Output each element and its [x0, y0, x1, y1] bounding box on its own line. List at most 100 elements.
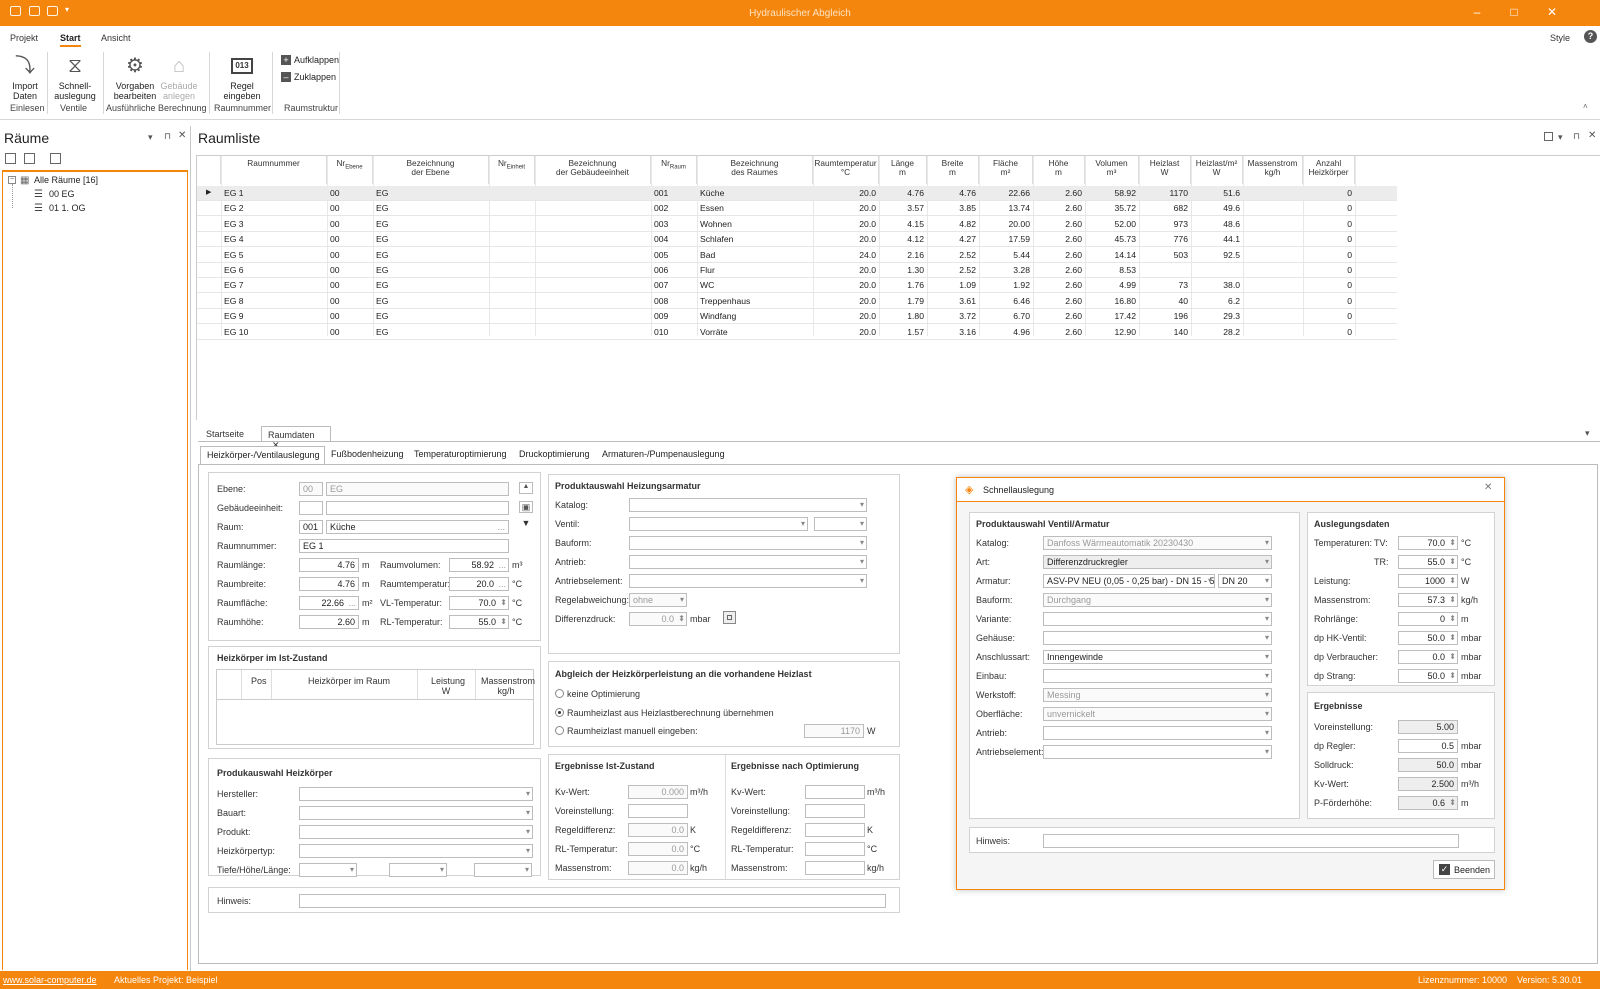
ebene-field[interactable]: EG	[326, 482, 509, 496]
column-header[interactable]: Raumtemperatur °C	[813, 156, 879, 184]
raum-nr-field[interactable]: 001	[299, 520, 323, 534]
gebaeude-anlegen-button[interactable]: ⌂ Gebäude anlegen	[158, 54, 200, 101]
pin-icon[interactable]: ⊓	[164, 131, 171, 142]
column-header[interactable]: Breite m	[927, 156, 979, 184]
column-header[interactable]: NrRaum	[651, 156, 697, 184]
column-header[interactable]: NrEbene	[327, 156, 373, 184]
maximize-icon[interactable]: □	[1504, 5, 1524, 19]
ventil-dn-select[interactable]	[814, 517, 867, 531]
arrow-down-icon[interactable]: ▼	[519, 518, 533, 530]
table-row[interactable]: EG 9 00 EG 009 Windfang 20.0 1.80 3.72 6.70 2.60 1…	[197, 309, 1397, 325]
tree-item-01-og[interactable]: 01 1. OG	[49, 203, 86, 213]
armatur-bauform-select[interactable]	[629, 536, 867, 550]
dialog-gehaeuse-select[interactable]	[1043, 631, 1272, 645]
menu-start[interactable]: Start	[60, 33, 81, 47]
ventil-select[interactable]	[629, 517, 808, 531]
beenden-button[interactable]: ✓ Beenden	[1433, 860, 1495, 879]
column-header[interactable]: Heizlast/m² W	[1191, 156, 1243, 184]
column-header[interactable]: Fläche m²	[979, 156, 1033, 184]
regel-eingeben-button[interactable]: 013 Regel eingeben	[220, 54, 264, 101]
column-header[interactable]: Massenstrom kg/h	[1243, 156, 1303, 184]
column-header[interactable]: Bezeichnung des Raumes	[697, 156, 813, 184]
raumtemperatur-field[interactable]: 20.0...	[449, 577, 509, 591]
vl-temperatur-field[interactable]: 70.0	[449, 596, 509, 610]
dialog-variante-select[interactable]	[1043, 612, 1272, 626]
style-menu[interactable]: Style	[1550, 33, 1570, 43]
armatur-antriebselement-select[interactable]	[629, 574, 867, 588]
heizkoerpertyp-select[interactable]	[299, 844, 533, 858]
radio-heizlast-manuell[interactable]	[555, 726, 564, 735]
pane-dropdown-icon[interactable]: ▾	[148, 132, 153, 143]
rl-temperatur-field[interactable]: 55.0	[449, 615, 509, 629]
raumliste-close-icon[interactable]: ✕	[1588, 130, 1596, 141]
column-header[interactable]: Heizlast W	[1139, 156, 1191, 184]
dialog-hinweis-field[interactable]	[1043, 834, 1459, 848]
vorgaben-bearbeiten-button[interactable]: ⚙ Vorgaben bearbeiten	[110, 54, 160, 101]
bauart-select[interactable]	[299, 806, 533, 820]
subtab-druckoptimierung[interactable]: Druckoptimierung	[519, 449, 590, 459]
dialog-bauform-select[interactable]: Durchgang	[1043, 593, 1272, 607]
copy-icon[interactable]	[24, 153, 35, 164]
dialog-antriebselement-select[interactable]	[1043, 745, 1272, 759]
table-row[interactable]: EG 3 00 EG 003 Wohnen 20.0 4.15 4.82 20.00 2.60 52…	[197, 217, 1397, 232]
nav-icon[interactable]: ▣	[519, 501, 533, 513]
tab-startseite[interactable]: Startseite	[200, 426, 260, 442]
new-icon[interactable]	[5, 153, 16, 164]
hersteller-select[interactable]	[299, 787, 533, 801]
ribbon-collapse-icon[interactable]: ˄	[1583, 102, 1588, 111]
dialog-oberflaeche-select[interactable]: unvernickelt	[1043, 707, 1272, 721]
website-link[interactable]: www.solar-computer.de	[3, 975, 97, 985]
leistung-field[interactable]: 1000	[1398, 574, 1458, 588]
armatur-katalog-select[interactable]	[629, 498, 867, 512]
pin-icon[interactable]: ⊓	[1573, 131, 1580, 142]
laenge-select[interactable]	[474, 863, 532, 877]
calendar-icon[interactable]	[50, 153, 61, 164]
raumflaeche-field[interactable]: 22.66...	[299, 596, 359, 610]
radio-keine-optimierung[interactable]	[555, 689, 564, 698]
gebaeude-field[interactable]	[326, 501, 509, 515]
massenstrom-field[interactable]: 57.3	[1398, 593, 1458, 607]
dialog-dn-select[interactable]: DN 20	[1218, 574, 1272, 588]
dialog-close-icon[interactable]: ✕	[1484, 482, 1492, 493]
dialog-anschlussart-select[interactable]: Innengewinde	[1043, 650, 1272, 664]
ebene-nr-field[interactable]: 00	[299, 482, 323, 496]
float-icon[interactable]	[1544, 132, 1553, 141]
hinweis-field[interactable]	[299, 894, 886, 908]
raumlaenge-field[interactable]: 4.76	[299, 558, 359, 572]
tr-field[interactable]: 55.0	[1398, 555, 1458, 569]
zuklappen-button[interactable]: – Zuklappen	[281, 72, 336, 82]
column-header[interactable]: Bezeichnung der Ebene	[373, 156, 489, 184]
subtab-temperaturoptimierung[interactable]: Temperaturoptimierung	[414, 449, 507, 459]
raumvolumen-field[interactable]: 58.92...	[449, 558, 509, 572]
subtab-fussbodenheizung[interactable]: Fußbodenheizung	[331, 449, 404, 459]
import-daten-button[interactable]: ⤵ Import Daten	[8, 54, 42, 101]
column-header[interactable]: Anzahl Heizkörper	[1303, 156, 1355, 184]
dp-verbraucher-field[interactable]: 0.0	[1398, 650, 1458, 664]
menu-ansicht[interactable]: Ansicht	[101, 33, 131, 43]
differenzdruck-field[interactable]: 0.0	[629, 612, 687, 626]
radio-heizlast-uebernehmen[interactable]	[555, 708, 564, 717]
table-row[interactable]: EG 4 00 EG 004 Schlafen 20.0 4.12 4.27 17.59 2.60…	[197, 232, 1397, 248]
heizlast-manuell-field[interactable]: 1170	[804, 724, 864, 738]
dialog-antrieb-select[interactable]	[1043, 726, 1272, 740]
dp-hk-ventil-field[interactable]: 50.0	[1398, 631, 1458, 645]
tree-item-alle-raeume[interactable]: Alle Räume [16]	[34, 175, 98, 185]
lock-icon[interactable]	[723, 611, 736, 624]
close-icon[interactable]: ✕	[1542, 5, 1562, 19]
dialog-katalog-select[interactable]: Danfoss Wärmeautomatik 20230430	[1043, 536, 1272, 550]
column-header[interactable]: Länge m	[879, 156, 927, 184]
help-icon[interactable]: ?	[1584, 30, 1597, 43]
schnellauslegung-button[interactable]: ⧖ Schnell- auslegung	[52, 54, 98, 101]
column-header[interactable]: Höhe m	[1033, 156, 1085, 184]
tiefe-select[interactable]	[299, 863, 357, 877]
tv-field[interactable]: 70.0	[1398, 536, 1458, 550]
dp-strang-field[interactable]: 50.0	[1398, 669, 1458, 683]
raumhoehe-field[interactable]: 2.60	[299, 615, 359, 629]
tree-item-00-eg[interactable]: 00 EG	[49, 189, 75, 199]
arrow-up-icon[interactable]: ▲	[519, 482, 533, 494]
armatur-antrieb-select[interactable]	[629, 555, 867, 569]
menu-projekt[interactable]: Projekt	[10, 33, 38, 43]
tab-raumdaten[interactable]: Raumdaten ✕	[261, 426, 331, 450]
column-header[interactable]: NrEinheit	[489, 156, 535, 184]
column-header[interactable]: Raumnummer	[221, 156, 327, 184]
